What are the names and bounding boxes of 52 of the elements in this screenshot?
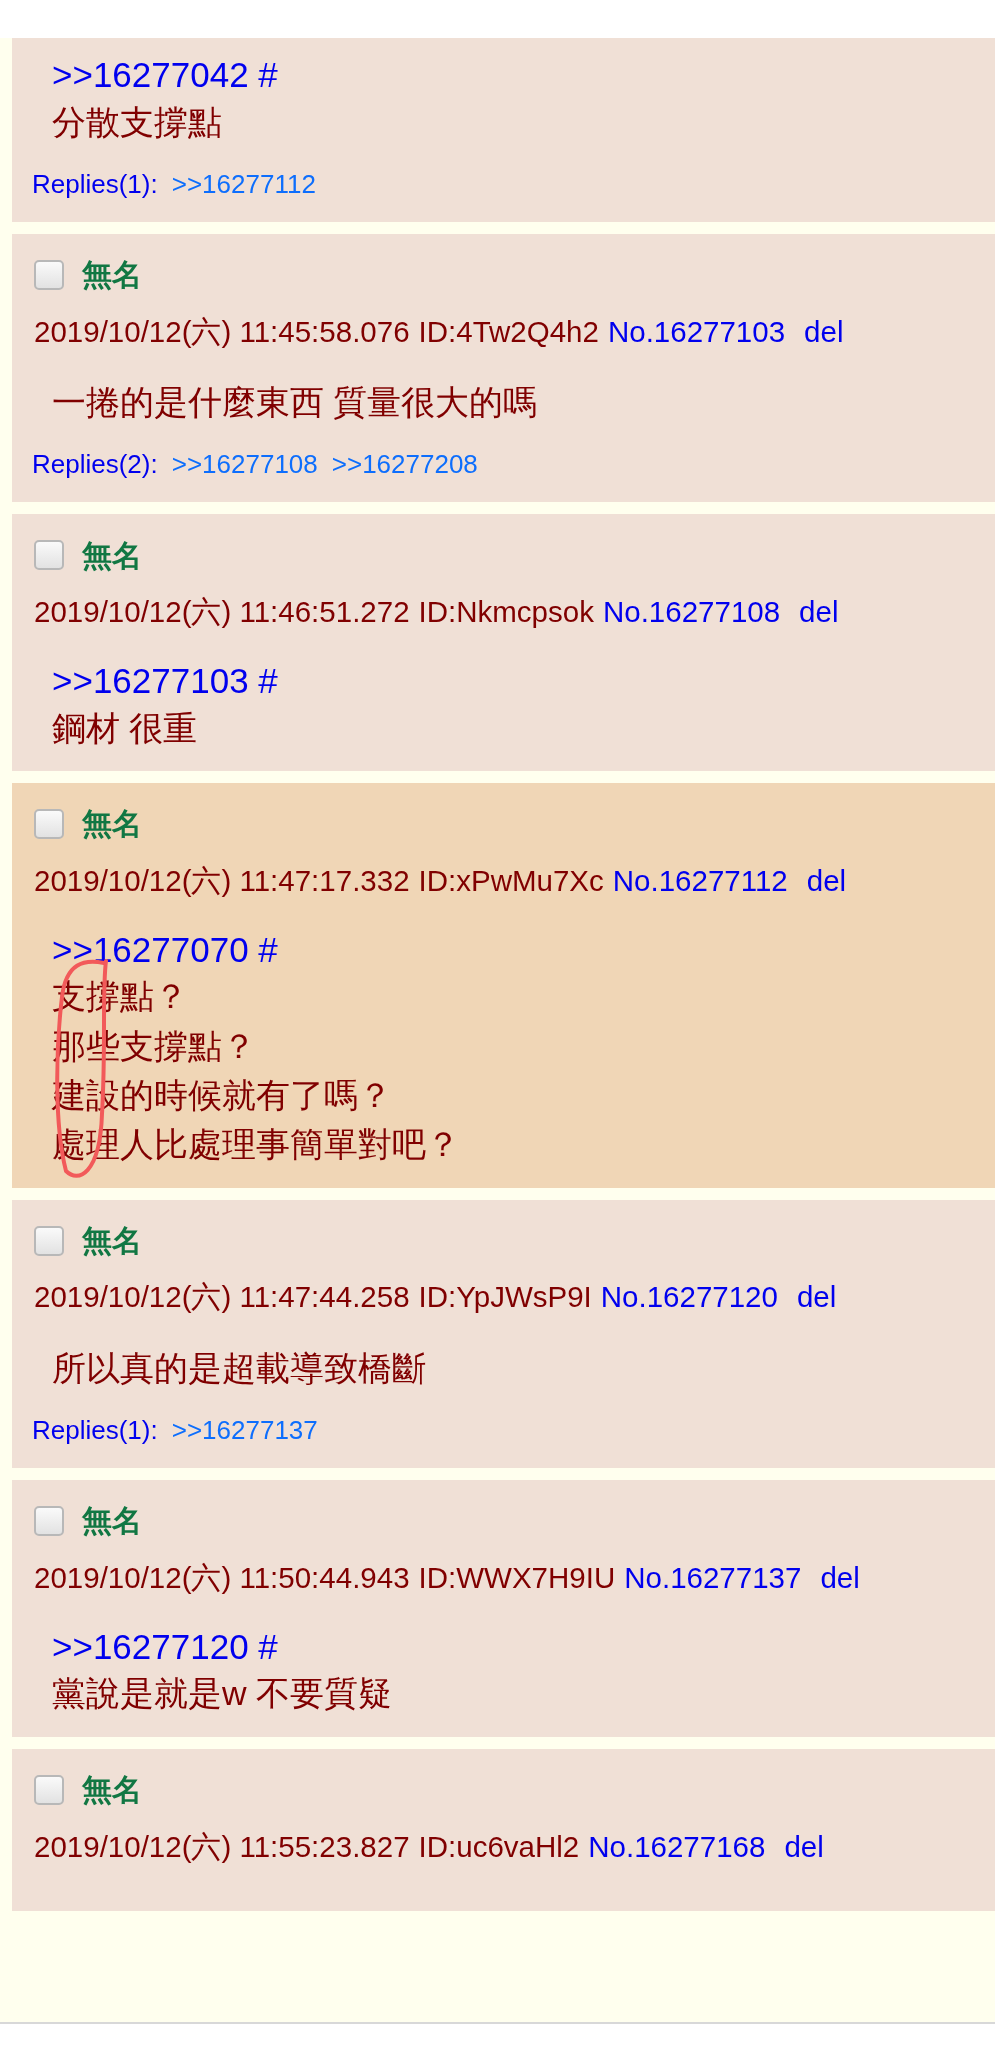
reply-link[interactable]: >>16277108 xyxy=(171,445,318,485)
post-text: 所以真的是超載導致橋斷 xyxy=(51,1347,426,1389)
poster-name: 無名 xyxy=(82,1503,142,1540)
reply-link[interactable]: >>16277208 xyxy=(331,445,478,485)
post-number-link[interactable]: No.16277108 xyxy=(602,589,781,635)
post-datetime: 2019/10/12(六) 11:50:44.943 xyxy=(34,1559,410,1596)
post-checkbox[interactable] xyxy=(34,1225,64,1256)
quote-link[interactable]: >>16277042 # xyxy=(12,52,278,98)
post-number-link[interactable]: No.16277120 xyxy=(600,1275,778,1320)
poster-id: ID:4Tw2Q4h2 xyxy=(418,313,599,350)
post-datetime: 2019/10/12(六) 11:45:58.076 xyxy=(34,313,410,350)
post-checkbox[interactable] xyxy=(34,808,64,839)
post-number-link[interactable]: No.16277168 xyxy=(588,1824,766,1869)
quote-link[interactable]: >>16277070 # xyxy=(12,926,278,973)
delete-link[interactable]: del xyxy=(799,589,839,635)
post-checkbox[interactable] xyxy=(34,1774,64,1805)
delete-link[interactable]: del xyxy=(796,1275,837,1320)
delete-link[interactable]: del xyxy=(820,1555,860,1600)
poster-id: ID:YpJWsP9I xyxy=(418,1279,592,1316)
post-datetime: 2019/10/12(六) 11:47:44.258 xyxy=(34,1279,410,1316)
post-text: 一捲的是什麼東西 質量很大的嗎 xyxy=(51,381,538,423)
post-datetime: 2019/10/12(六) 11:46:51.272 xyxy=(34,593,410,630)
post-text: 黨說是就是w 不要質疑 xyxy=(51,1673,392,1715)
poster-name: 無名 xyxy=(82,537,142,574)
poster-id: ID:uc6vaHl2 xyxy=(418,1828,580,1865)
post-text: 分散支撐點 xyxy=(51,101,222,143)
poster-name: 無名 xyxy=(82,1223,142,1260)
poster-id: ID:WWX7H9IU xyxy=(418,1559,616,1596)
quote-link[interactable]: >>16277103 # xyxy=(12,658,278,704)
poster-id: ID:xPwMu7Xc xyxy=(418,862,604,899)
poster-name: 無名 xyxy=(82,1772,142,1809)
post-checkbox[interactable] xyxy=(34,540,64,571)
post-datetime: 2019/10/12(六) 11:55:23.827 xyxy=(34,1828,410,1865)
post-number-link[interactable]: No.16277103 xyxy=(607,309,786,354)
poster-id: ID:Nkmcpsok xyxy=(418,593,594,630)
post-checkbox[interactable] xyxy=(34,259,64,290)
reply-link[interactable]: >>16277137 xyxy=(171,1410,318,1450)
replies-label: Replies(1): xyxy=(32,1413,158,1447)
poster-name: 無名 xyxy=(82,257,142,294)
post-datetime: 2019/10/12(六) 11:47:17.332 xyxy=(34,862,410,899)
post-number-link[interactable]: No.16277137 xyxy=(624,1555,802,1600)
delete-link[interactable]: del xyxy=(804,309,844,354)
replies-label: Replies(2): xyxy=(32,448,158,482)
poster-name: 無名 xyxy=(82,806,142,843)
reply-link[interactable]: >>16277112 xyxy=(171,164,316,204)
post-checkbox[interactable] xyxy=(34,1505,64,1536)
delete-link[interactable]: del xyxy=(806,858,847,903)
post-number-link[interactable]: No.16277112 xyxy=(612,858,788,903)
replies-label: Replies(1): xyxy=(32,167,158,201)
quote-link[interactable]: >>16277120 # xyxy=(12,1623,278,1670)
delete-link[interactable]: del xyxy=(784,1824,824,1869)
post-text: 鋼材 很重 xyxy=(51,707,198,749)
